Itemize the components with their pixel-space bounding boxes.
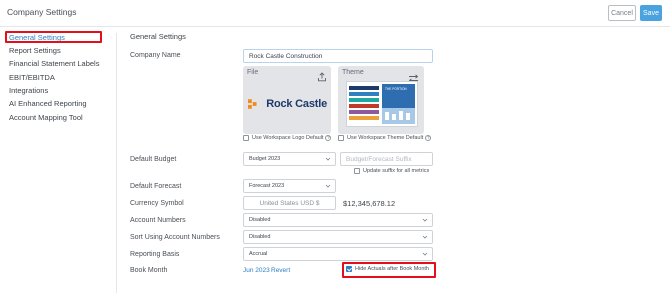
default-budget-select[interactable]: Budget 2023 [243,152,336,166]
cancel-button[interactable]: Cancel [608,5,636,21]
update-suffix-label: Update suffix for all metrics [363,168,430,174]
swap-icon[interactable] [408,70,419,83]
sort-using-account-numbers-select[interactable]: Disabled [243,230,433,244]
sidebar-item-ai-enhanced-reporting[interactable]: AI Enhanced Reporting [9,99,87,109]
book-month-value[interactable]: Jun 2023 [243,267,270,274]
company-logo: Rock Castle [248,94,327,114]
use-workspace-theme-default-label: Use Workspace Theme Default [347,135,424,141]
chevron-down-icon [422,235,428,239]
chevron-down-icon [422,218,428,222]
currency-example: $12,345,678.12 [343,199,396,208]
section-title: General Settings [130,32,186,41]
sidebar-item-ebit-ebitda[interactable]: EBIT/EBITDA [9,73,55,83]
sidebar-item-report-settings[interactable]: Report Settings [9,46,61,56]
reporting-basis-value: Accrual [249,251,268,257]
logo-text: Rock Castle [266,98,327,110]
file-panel-title: File [247,69,259,76]
chevron-down-icon [325,157,331,161]
budget-suffix-input[interactable]: Budget/Forecast Suffix [340,152,433,166]
page-title: Company Settings [7,7,77,17]
default-budget-value: Budget 2023 [249,156,281,162]
help-icon[interactable]: ? [325,135,332,141]
currency-symbol-label: Currency Symbol [130,200,184,207]
use-workspace-logo-default-label: Use Workspace Logo Default [252,135,324,141]
default-budget-label: Default Budget [130,156,177,163]
upload-icon[interactable] [317,69,327,82]
use-workspace-theme-default[interactable]: Use Workspace Theme Default ? [338,135,432,141]
divider [116,33,117,293]
default-forecast-select[interactable]: Forecast 2023 [243,179,336,193]
company-name-input[interactable]: Rock Castle Construction [243,49,433,63]
reporting-basis-label: Reporting Basis [130,251,180,258]
use-workspace-theme-default-checkbox[interactable] [338,135,344,141]
account-numbers-select[interactable]: Disabled [243,213,433,227]
book-month-label: Book Month [130,267,168,274]
sidebar-item-integrations[interactable]: Integrations [9,86,48,96]
sort-using-account-numbers-value: Disabled [249,234,271,240]
sidebar: General Settings Report Settings Financi… [0,28,112,303]
sidebar-item-account-mapping-tool[interactable]: Account Mapping Tool [9,113,83,123]
default-forecast-label: Default Forecast [130,183,182,190]
highlight-hide-actuals [342,262,436,278]
help-icon[interactable]: ? [425,135,432,141]
reporting-basis-select[interactable]: Accrual [243,247,433,261]
chevron-down-icon [422,252,428,256]
use-workspace-logo-default-checkbox[interactable] [243,135,249,141]
save-button[interactable]: Save [640,5,662,21]
chevron-down-icon [325,184,331,188]
theme-preview-image: THE PORTION [346,81,418,127]
top-bar: Company Settings Cancel Save [0,0,670,27]
logo-mark-icon [248,99,257,109]
theme-panel-title: Theme [342,69,364,76]
account-numbers-label: Account Numbers [130,217,186,224]
account-numbers-value: Disabled [249,217,271,223]
currency-symbol-input[interactable]: United States USD $ [243,196,336,210]
sort-using-account-numbers-label: Sort Using Account Numbers [130,234,220,241]
highlight-general-settings [5,31,102,43]
revert-link[interactable]: Revert [271,267,290,274]
sidebar-item-financial-statement-labels[interactable]: Financial Statement Labels [9,59,99,69]
update-suffix-checkbox[interactable] [354,168,360,174]
update-suffix-for-all-metrics[interactable]: Update suffix for all metrics [354,168,429,174]
default-forecast-value: Forecast 2023 [249,183,285,189]
use-workspace-logo-default[interactable]: Use Workspace Logo Default ? [243,135,332,141]
theme-preview-caption: THE PORTION [385,87,407,91]
file-panel[interactable]: File Rock Castle [243,66,331,134]
theme-panel[interactable]: Theme THE PORTION [338,66,424,134]
company-name-label: Company Name [130,52,181,59]
